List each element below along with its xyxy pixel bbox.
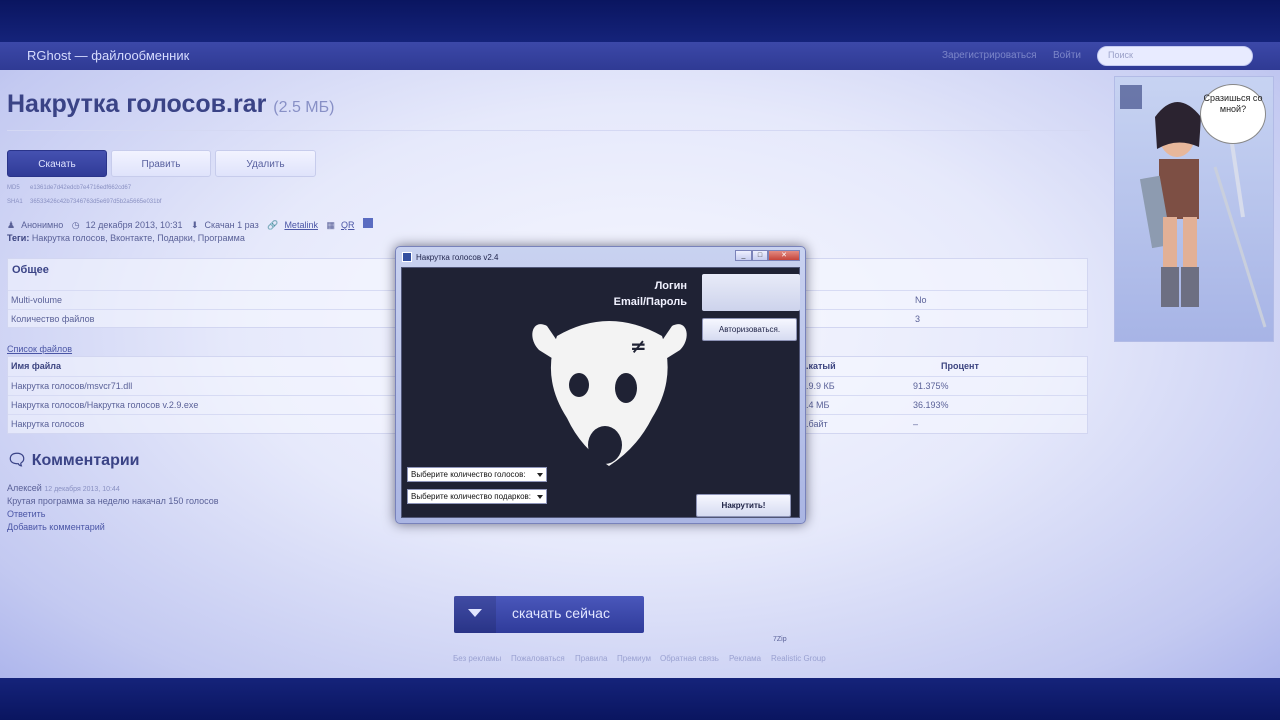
letterbox-top bbox=[0, 0, 1280, 42]
ad-speech-bubble: Сразишься со мной? bbox=[1200, 84, 1266, 144]
credentials-input[interactable] bbox=[702, 274, 800, 311]
letterbox-bottom bbox=[0, 678, 1280, 720]
file-title: Накрутка голосов.rar bbox=[7, 90, 267, 118]
dialog-body: Логин Email/Пароль Авторизоваться. ≠ Выб… bbox=[401, 267, 800, 518]
row-value: No bbox=[915, 295, 927, 305]
svg-text:≠: ≠ bbox=[630, 334, 647, 358]
file-packed: ...9.9 КБ bbox=[801, 381, 835, 391]
email-password-label: Email/Пароль bbox=[613, 296, 687, 308]
dialog-title: Накрутка голосов v2.4 bbox=[416, 253, 499, 262]
register-link[interactable]: Зарегистрироваться bbox=[942, 50, 1037, 61]
file-size: (2.5 МБ) bbox=[273, 99, 335, 116]
comment-author: Алексей bbox=[7, 483, 42, 493]
file-name: Накрутка голосов/Накрутка голосов v.2.9.… bbox=[11, 400, 199, 410]
comments-icon: 🗨 bbox=[7, 452, 28, 469]
sha1-label: SHA1 bbox=[7, 199, 23, 205]
user-icon: ♟ bbox=[7, 220, 16, 230]
votes-select-label: Выберите количество голосов: bbox=[411, 470, 526, 479]
footer-link-realistic-group[interactable]: Realistic Group bbox=[771, 654, 826, 663]
comment-text: Крутая программа за неделю накачал 150 г… bbox=[7, 496, 219, 506]
clock-icon: ◷ bbox=[71, 220, 80, 230]
app-icon bbox=[402, 252, 412, 262]
maximize-icon[interactable]: □ bbox=[752, 250, 768, 261]
footer-link-no-ads[interactable]: Без рекламы bbox=[453, 654, 501, 663]
file-percent: 36.193% bbox=[913, 400, 949, 410]
file-name: Накрутка голосов/msvcr71.dll bbox=[11, 381, 133, 391]
zip-label: 7Zip bbox=[773, 636, 787, 643]
file-list-link[interactable]: Список файлов bbox=[7, 344, 72, 354]
reply-link[interactable]: Ответить bbox=[7, 509, 45, 519]
footer-link-premium[interactable]: Премиум bbox=[617, 654, 651, 663]
col-name-header: Имя файла bbox=[11, 361, 62, 371]
download-button[interactable]: Скачать bbox=[7, 150, 107, 177]
metalink-link[interactable]: Metalink bbox=[284, 220, 318, 230]
file-name: Накрутка голосов bbox=[11, 419, 85, 429]
tags-label: Теги: bbox=[7, 233, 30, 243]
file-percent: 91.375% bbox=[913, 381, 949, 391]
download-count-icon: ⬇ bbox=[191, 220, 199, 230]
authorize-button[interactable]: Авторизоваться. bbox=[702, 318, 797, 341]
minimize-icon[interactable]: _ bbox=[735, 250, 752, 261]
tags-list[interactable]: Накрутка голосов, Вконтакте, Подарки, Пр… bbox=[32, 233, 245, 243]
download-count: Скачан 1 раз bbox=[204, 220, 259, 230]
footer-link-feedback[interactable]: Обратная связь bbox=[660, 654, 719, 663]
tags: Теги: Накрутка голосов, Вконтакте, Подар… bbox=[7, 233, 245, 243]
comment-meta: Алексей 12 декабря 2013, 10:44 bbox=[7, 483, 120, 493]
md5-label: MD5 bbox=[7, 185, 20, 191]
chevron-down-icon bbox=[537, 495, 543, 499]
link-icon: 🔗 bbox=[267, 220, 279, 230]
arrow-down-icon bbox=[454, 596, 496, 633]
comments-heading: 🗨 Комментарии bbox=[7, 450, 140, 470]
download-now-button[interactable]: скачать сейчас bbox=[454, 596, 644, 633]
start-boost-button[interactable]: Накрутить! bbox=[696, 494, 791, 517]
footer-link-ads[interactable]: Реклама bbox=[729, 654, 761, 663]
md5-value: e1361de7d42edcb7e4716edf662cd67 bbox=[30, 185, 132, 191]
upload-date: 12 декабря 2013, 10:31 bbox=[85, 220, 183, 230]
row-key: Multi-volume bbox=[11, 295, 63, 305]
login-link[interactable]: Войти bbox=[1053, 50, 1081, 61]
author: Анонимно bbox=[21, 220, 64, 230]
add-comment-link[interactable]: Добавить комментарий bbox=[7, 522, 105, 532]
download-now-label: скачать сейчас bbox=[512, 605, 610, 621]
delete-button[interactable]: Удалить bbox=[215, 150, 316, 177]
file-meta: ♟ Анонимно ◷ 12 декабря 2013, 10:31 ⬇ Скача… bbox=[7, 218, 379, 231]
app-dialog-window: Накрутка голосов v2.4 _ □ ✕ Логин Email/… bbox=[395, 246, 806, 524]
page-title: Накрутка голосов.rar (2.5 МБ) bbox=[7, 90, 334, 119]
facebook-share-icon[interactable] bbox=[363, 218, 373, 228]
col-percent-header: Процент bbox=[941, 361, 979, 371]
divider bbox=[7, 130, 1090, 131]
chevron-down-icon bbox=[537, 473, 543, 477]
gifts-select-label: Выберите количество подарков: bbox=[411, 492, 531, 501]
login-label: Логин bbox=[654, 280, 687, 292]
footer-link-report[interactable]: Пожаловаться bbox=[511, 654, 565, 663]
file-percent: – bbox=[913, 419, 919, 429]
votes-count-select[interactable]: Выберите количество голосов: bbox=[407, 467, 547, 482]
qr-link[interactable]: QR bbox=[341, 220, 355, 230]
qr-icon: ▦ bbox=[326, 220, 335, 230]
footer-link-rules[interactable]: Правила bbox=[575, 654, 607, 663]
navbar: RGhost — файлообменник Зарегистрироватьс… bbox=[0, 42, 1280, 70]
col-packed-header: ...катый bbox=[801, 361, 836, 371]
comments-heading-text: Комментарии bbox=[31, 452, 140, 469]
close-icon[interactable]: ✕ bbox=[768, 250, 800, 261]
sha1-value: 36533426c42b7346763d5e697d5b2a5665e031bf bbox=[30, 199, 162, 205]
web-page: RGhost — файлообменник Зарегистрироватьс… bbox=[0, 42, 1280, 678]
search-input[interactable]: Поиск bbox=[1097, 46, 1253, 66]
edit-button[interactable]: Править bbox=[111, 150, 211, 177]
row-key: Количество файлов bbox=[11, 314, 95, 324]
row-value: 3 bbox=[915, 314, 921, 324]
comment-time: 12 декабря 2013, 10:44 bbox=[44, 486, 120, 493]
vk-dog-logo: ≠ bbox=[532, 321, 687, 466]
site-brand[interactable]: RGhost — файлообменник bbox=[27, 48, 189, 63]
gifts-count-select[interactable]: Выберите количество подарков: bbox=[407, 489, 547, 504]
